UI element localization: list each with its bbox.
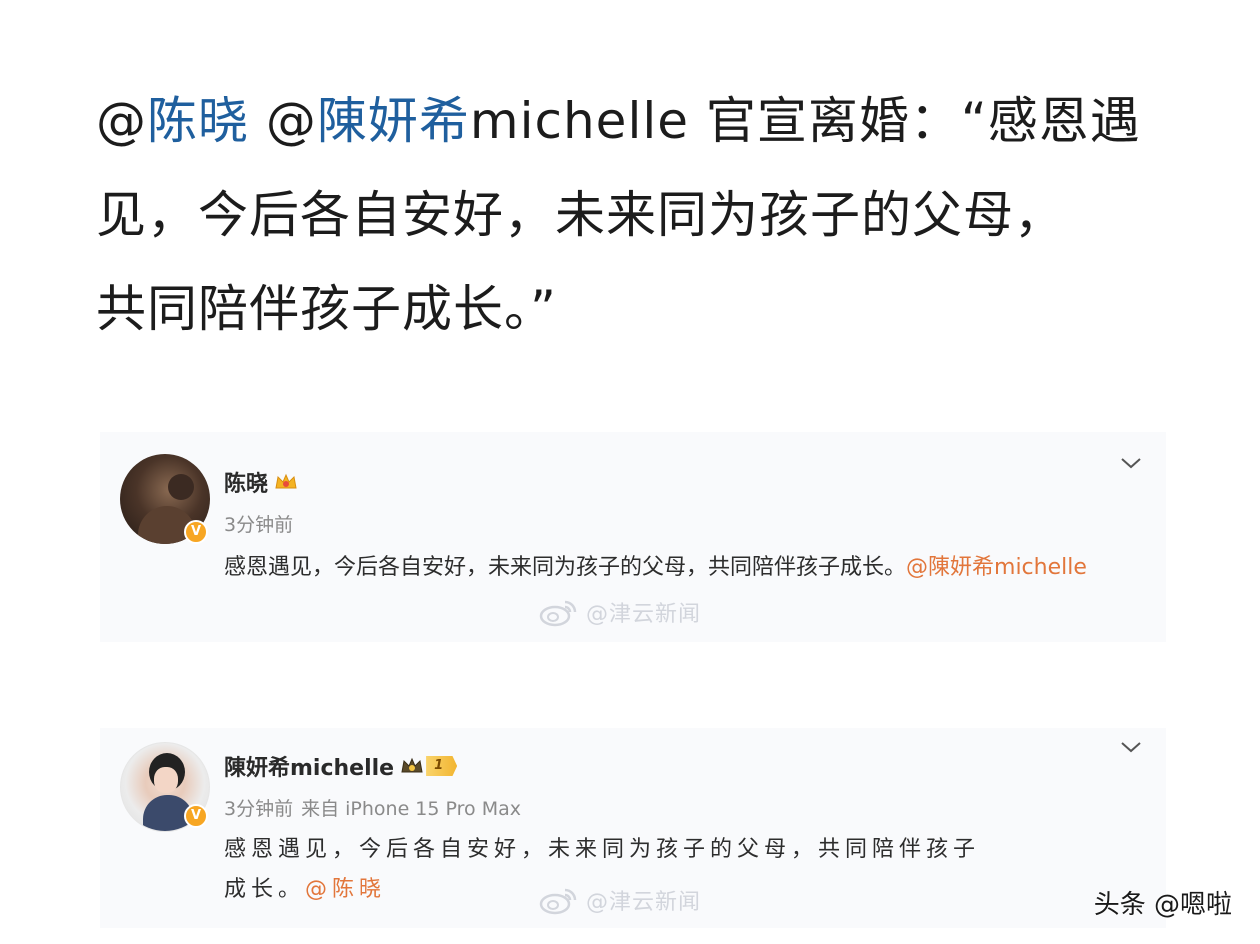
post-time: 3分钟前 [224, 798, 294, 820]
crown-icon [400, 756, 424, 776]
watermark: @津云新闻 [538, 884, 701, 916]
mention-link[interactable]: @陳妍希michelle [906, 555, 1087, 580]
verified-badge-icon: V [184, 804, 208, 828]
chevron-down-icon[interactable] [1120, 740, 1142, 754]
post-meta: 3分钟前 [224, 510, 293, 537]
crown-icon [274, 472, 298, 492]
post-author-name[interactable]: 陳妍希michelle 1 [224, 750, 458, 782]
post-meta: 3分钟前 来自 iPhone 15 Pro Max [224, 794, 521, 821]
headline-line-1: @陈晓 @陳妍希michelle 官宣离婚：“感恩遇 [96, 74, 1186, 168]
weibo-post-card: V 陈晓 3分钟前 感恩遇见，今后各自安好，未来同为孩子的父母，共同陪伴孩子成长… [100, 432, 1166, 642]
headline-line-2: 见，今后各自安好，未来同为孩子的父母， [96, 186, 1065, 244]
post-author-name[interactable]: 陈晓 [224, 466, 298, 498]
mention-link-chenxiao[interactable]: 陈晓 [147, 92, 249, 150]
weibo-logo-icon [539, 888, 577, 915]
post-time: 3分钟前 [224, 514, 294, 536]
mention-link[interactable]: @陈晓 [305, 877, 386, 902]
weibo-post-card: V 陳妍希michelle 1 3分钟前 来自 iPhone 15 Pro Max… [100, 728, 1166, 928]
at-symbol: @ [96, 92, 147, 150]
level-badge: 1 [426, 756, 458, 776]
headline-line-3: 共同陪伴孩子成长。” [96, 280, 557, 338]
headline-text: @陈晓 @陳妍希michelle 官宣离婚：“感恩遇 见，今后各自安好，未来同为… [96, 74, 1186, 356]
source-credit: 头条 @嗯啦 [1093, 890, 1232, 920]
post-source: 来自 iPhone 15 Pro Max [301, 798, 521, 820]
chevron-down-icon[interactable] [1120, 456, 1142, 470]
weibo-logo-icon [539, 600, 577, 627]
post-body: 感恩遇见，今后各自安好，未来同为孩子的父母，共同陪伴孩子成长。@陳妍希miche… [224, 555, 1087, 580]
watermark: @津云新闻 [538, 596, 701, 628]
at-symbol: @ [265, 92, 317, 150]
headline-line-1-rest: michelle 官宣离婚：“感恩遇 [469, 92, 1141, 150]
mention-link-michelle[interactable]: 陳妍希 [317, 92, 470, 150]
verified-badge-icon: V [184, 520, 208, 544]
